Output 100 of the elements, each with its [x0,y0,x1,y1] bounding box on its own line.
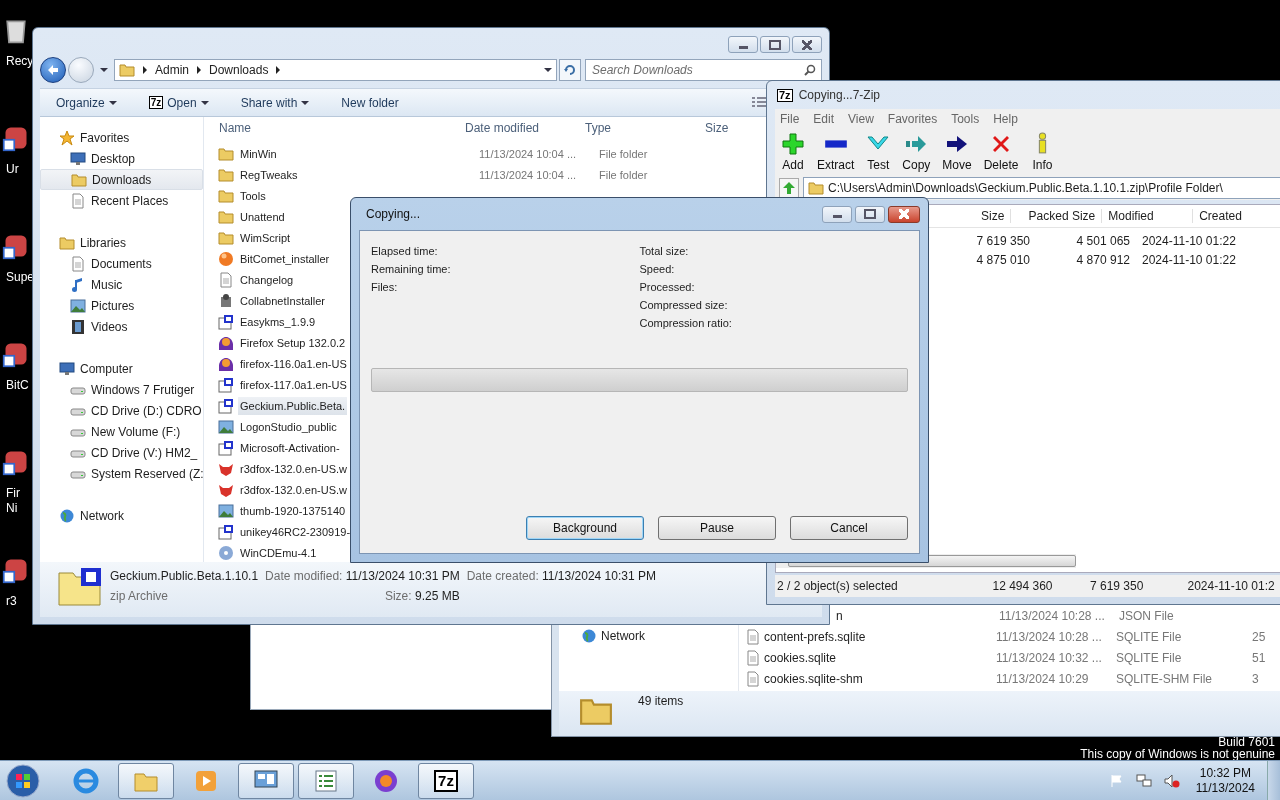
desktop-icon-label[interactable]: Ur [6,162,19,177]
network-icon[interactable] [1135,773,1152,788]
dialog-button[interactable]: Background [526,516,644,540]
nav-item[interactable]: Windows 7 Frutiger [40,379,203,401]
breadcrumb-item[interactable]: Admin [155,63,189,77]
file-name[interactable]: unikey46RC2-230919- [238,522,353,541]
toolbar-button[interactable]: Organize [56,95,121,110]
toolbar-button[interactable]: New folder [341,95,399,110]
column-header[interactable]: Modified [1102,209,1194,223]
column-header[interactable]: Size [705,121,729,136]
toolbar-button[interactable]: Extract [817,132,855,172]
nav-item[interactable]: Network [601,629,645,643]
view-icon[interactable] [752,96,768,109]
close-button[interactable] [792,36,822,53]
column-header[interactable]: Created [1193,209,1280,223]
address-bar[interactable]: Admin Downloads [114,59,557,81]
chevron-icon[interactable] [197,66,201,74]
file-name[interactable]: firefox-117.0a1.en-US [238,375,349,394]
taskbar-button[interactable] [118,762,174,799]
file-name[interactable]: WimScript [238,228,293,247]
desktop-icon-label[interactable]: BitC [6,378,29,393]
file-name[interactable]: r3dfox-132.0.en-US.w [238,459,349,478]
nav-item[interactable]: Computer [40,358,203,380]
caret-icon[interactable] [100,68,108,72]
file-name[interactable]: Microsoft-Activation- [238,438,342,457]
column-header[interactable]: Packed Size [1011,209,1103,223]
file-name[interactable]: r3dfox-132.0.en-US.w [238,480,349,499]
file-name[interactable]: content-prefs.sqlite [764,629,996,644]
toolbar-button[interactable]: Info [1030,132,1055,172]
column-header[interactable]: Type [585,121,705,136]
nav-item[interactable]: New Volume (F:) [40,421,203,443]
dialog-button[interactable]: Cancel [790,516,908,540]
search-field[interactable]: Search Downloads [585,59,822,81]
file-name[interactable]: WinCDEmu-4.1 [238,543,319,562]
menu-item[interactable]: Tools [951,111,980,126]
menu-item[interactable]: File [780,111,800,126]
nav-item[interactable]: Music [40,274,203,296]
minimize-button[interactable] [822,205,852,223]
file-name[interactable]: CollabnetInstaller [238,291,327,310]
nav-item[interactable]: System Reserved (Z: [40,463,203,485]
file-name[interactable]: thumb-1920-1375140 [238,501,348,520]
refresh-button[interactable] [559,59,581,81]
column-header[interactable]: Name [204,121,465,136]
toolbar-button[interactable]: Delete [983,132,1019,172]
nav-item[interactable]: Network [40,505,203,527]
taskbar-button[interactable] [298,762,354,799]
nav-item[interactable]: Documents [40,253,203,275]
desktop-icon-label[interactable]: Fir Ni [6,486,20,516]
file-name[interactable]: Changelog [238,270,296,289]
nav-item[interactable]: CD Drive (V:) HM2_ [40,442,203,464]
file-name[interactable]: LogonStudio_public [238,417,339,436]
desktop-icon-label[interactable]: Recy [6,54,34,69]
file-name[interactable]: Unattend [238,207,287,226]
taskbar-button[interactable]: 7z [418,762,474,799]
file-name[interactable]: cookies.sqlite [764,650,996,665]
nav-item[interactable]: Libraries [40,232,203,254]
close-button[interactable] [888,205,920,223]
path-field[interactable]: C:\Users\Admin\Downloads\Geckium.Public.Beta.1.10.1.zip\Profile Folder\ [803,177,1280,199]
desktop-icon-label[interactable]: r3 [6,594,17,609]
caret-icon[interactable] [544,68,552,72]
up-button[interactable] [779,178,799,198]
file-name[interactable]: Geckium.Public.Beta. [238,396,348,415]
nav-item[interactable]: Favorites [40,127,203,149]
maximize-button[interactable] [855,205,885,223]
clock[interactable]: 10:32 PM 11/13/2024 [1187,765,1263,796]
file-name[interactable]: RegTweaks [238,165,300,184]
menu-item[interactable]: Favorites [887,111,938,126]
taskbar-button[interactable] [238,762,294,799]
file-name[interactable]: Easykms_1.9.9 [238,312,318,331]
minimize-button[interactable] [728,36,758,53]
file-name[interactable]: MinWin [238,144,279,163]
nav-item[interactable]: CD Drive (D:) CDRO [40,400,203,422]
muted-speaker-icon[interactable] [1163,773,1180,788]
file-name[interactable]: BitComet_installer [238,249,332,268]
menu-item[interactable]: Help [993,111,1018,126]
nav-item[interactable]: Recent Places [40,190,203,212]
toolbar-button[interactable]: Test [866,132,891,172]
nav-item[interactable]: Pictures [40,295,203,317]
nav-item[interactable]: Desktop [40,148,203,170]
toolbar-button[interactable]: Copy [902,132,931,172]
dialog-button[interactable]: Pause [658,516,776,540]
chevron-icon[interactable] [276,66,281,74]
breadcrumb-item[interactable]: Downloads [209,63,269,77]
menu-item[interactable]: View [848,111,874,126]
file-name[interactable]: cookies.sqlite-shm [764,671,996,686]
start-button[interactable] [6,763,40,798]
menu-item[interactable]: Edit [813,111,835,126]
file-name[interactable]: Tools [238,186,268,205]
chevron-icon[interactable] [143,66,147,74]
file-name[interactable]: Firefox Setup 132.0.2 [238,333,348,352]
toolbar-button[interactable]: 7z Open [148,95,213,110]
column-header[interactable]: Date modified [465,121,585,136]
toolbar-button[interactable]: Add [781,132,805,172]
back-button[interactable] [40,57,66,83]
maximize-button[interactable] [760,36,790,53]
toolbar-button[interactable]: Share with [240,95,314,110]
file-name[interactable]: firefox-116.0a1.en-US [238,354,349,373]
nav-item[interactable]: Videos [40,316,203,338]
nav-item[interactable]: Downloads [40,169,203,191]
toolbar-button[interactable]: Move [942,132,972,172]
